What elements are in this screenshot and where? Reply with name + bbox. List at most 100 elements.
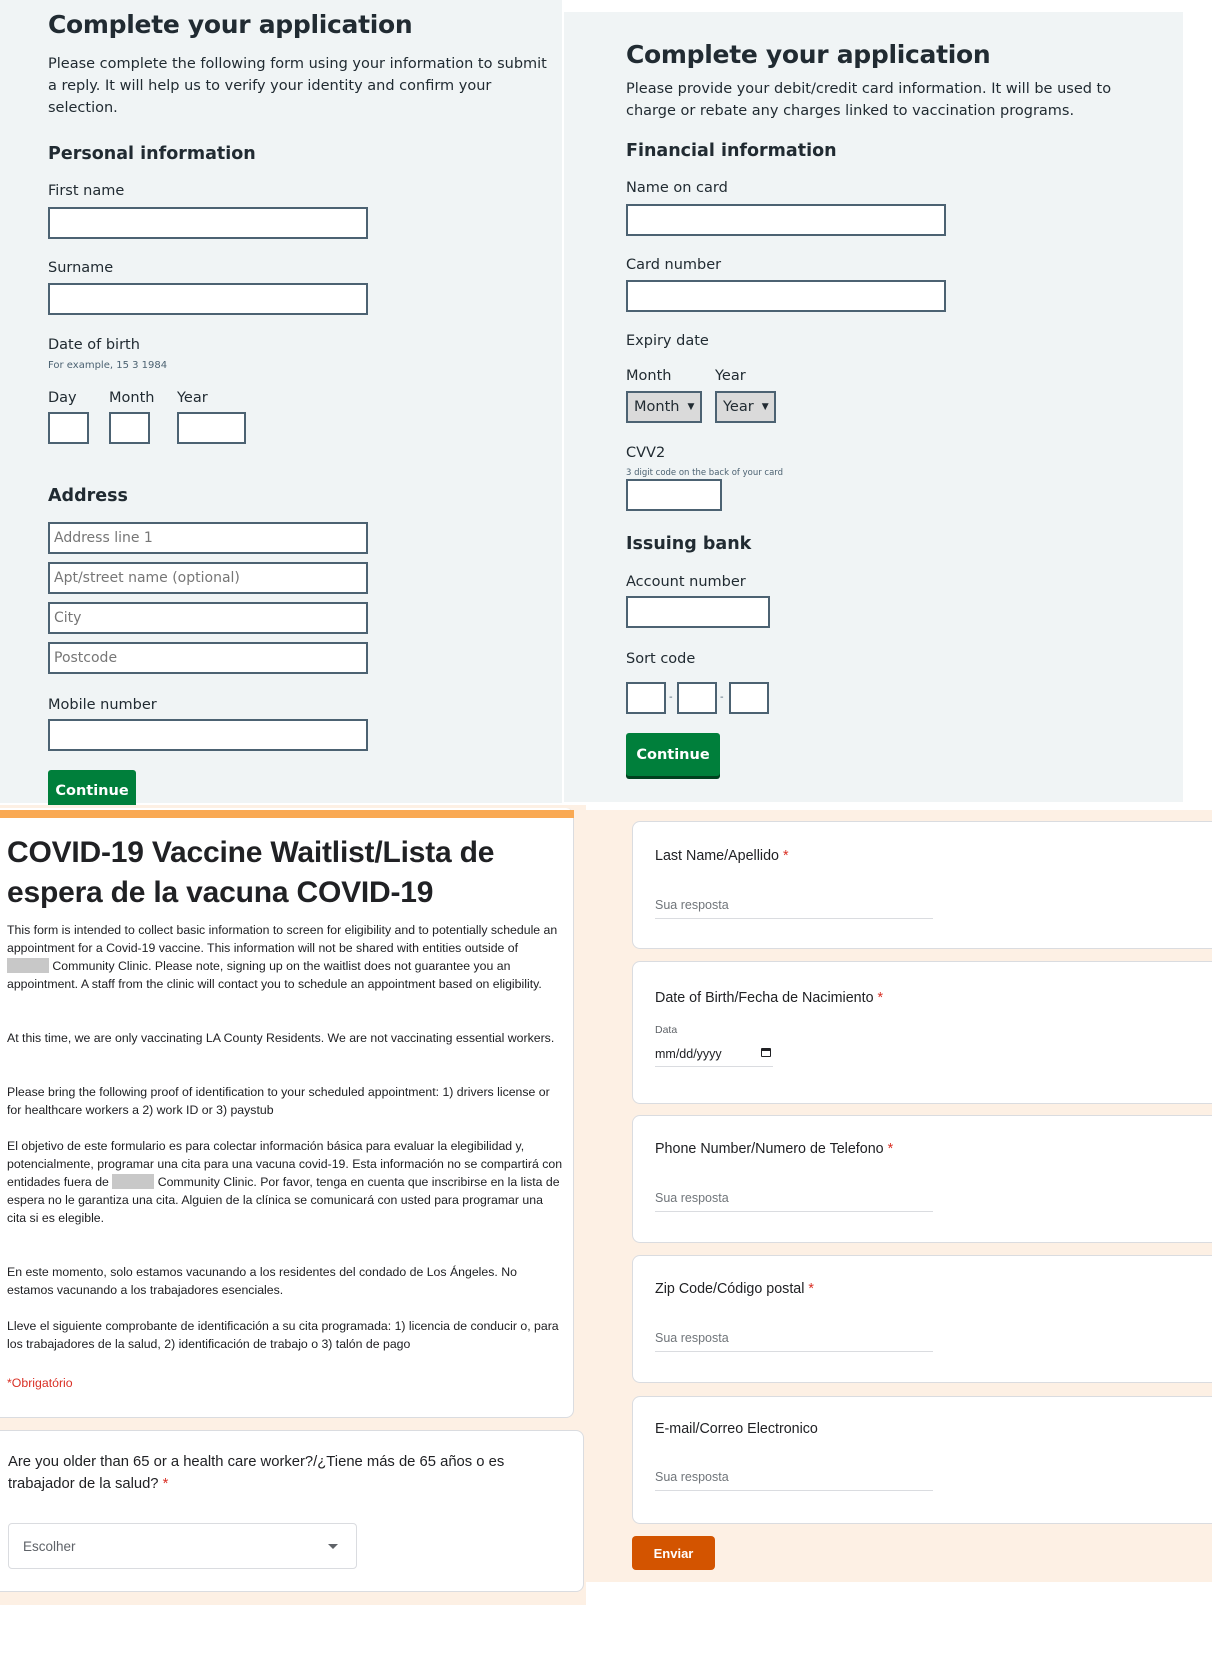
phone-input[interactable]: Sua resposta: [655, 1191, 933, 1212]
expiry-month-value: Month: [634, 399, 680, 415]
card-number-label: Card number: [626, 257, 722, 273]
description-en-paragraph-2: At this time, we are only vaccinating LA…: [7, 1031, 555, 1045]
sort-code-part3-input[interactable]: [729, 682, 769, 714]
question-title-phone: Phone Number/Numero de Telefono *: [655, 1141, 893, 1157]
section-heading-personal: Personal information: [48, 144, 256, 164]
email-input[interactable]: Sua resposta: [655, 1470, 933, 1491]
question-title-email: E-mail/Correo Electronico: [655, 1421, 818, 1437]
form-lead-text: Please provide your debit/credit card in…: [626, 81, 1112, 119]
page-title: Complete your application: [48, 10, 413, 39]
sort-code-separator: -: [720, 692, 724, 703]
question-text: Last Name/Apellido: [655, 848, 779, 864]
submit-button[interactable]: Enviar: [632, 1536, 715, 1570]
question-text: Zip Code/Código postal: [655, 1281, 805, 1297]
dob-year-input[interactable]: [177, 412, 246, 444]
sort-code-part2-input[interactable]: [677, 682, 717, 714]
expiry-month-label: Month: [626, 368, 672, 384]
first-name-input[interactable]: [48, 207, 368, 239]
question-title-zip: Zip Code/Código postal *: [655, 1281, 814, 1297]
cvv-label: CVV2: [626, 445, 666, 461]
personal-info-form: Complete your application Please complet…: [48, 0, 548, 119]
required-asterisk: *: [808, 1281, 814, 1297]
account-number-input[interactable]: [626, 596, 770, 628]
question-card-last-name: Last Name/Apellido * Sua resposta: [632, 821, 1212, 949]
date-placeholder: mm/dd/yyyy: [655, 1047, 722, 1061]
cvv-input[interactable]: [626, 479, 722, 511]
age-eligibility-select[interactable]: Escolher: [8, 1523, 357, 1569]
form-lead-text: Please complete the following form using…: [48, 56, 547, 116]
dropdown-arrow-icon: ▼: [687, 402, 695, 412]
sort-code-separator: -: [669, 692, 673, 703]
question-title-last-name: Last Name/Apellido *: [655, 848, 789, 864]
sort-code-part1-input[interactable]: [626, 682, 666, 714]
dob-hint: For example, 15 3 1984: [48, 360, 168, 371]
expiry-month-select[interactable]: Month ▼: [626, 391, 702, 423]
cvv-hint: 3 digit code on the back of your card: [626, 468, 784, 478]
account-number-label: Account number: [626, 574, 746, 590]
question-title-age: Are you older than 65 or a health care w…: [8, 1451, 528, 1495]
question-card-zip: Zip Code/Código postal * Sua resposta: [632, 1255, 1212, 1383]
expiry-year-select[interactable]: Year ▼: [715, 391, 776, 423]
question-text: Phone Number/Numero de Telefono: [655, 1141, 884, 1157]
description-en-paragraph-1: This form is intended to collect basic i…: [7, 921, 563, 993]
header-accent-bar: [0, 810, 574, 818]
address-line2-input[interactable]: [48, 562, 368, 594]
description-es-paragraph-1: El objetivo de este formulario es para c…: [7, 1137, 563, 1227]
description-es-paragraph-2: En este momento, solo estamos vacunando …: [7, 1265, 517, 1297]
question-card-phone: Phone Number/Numero de Telefono * Sua re…: [632, 1115, 1212, 1243]
dob-date-input[interactable]: mm/dd/yyyy: [655, 1047, 773, 1067]
calendar-icon[interactable]: [761, 1048, 771, 1057]
section-heading-financial: Financial information: [626, 141, 837, 161]
continue-button-personal[interactable]: Continue: [48, 770, 136, 810]
section-heading-bank: Issuing bank: [626, 534, 752, 554]
personal-info-panel: Complete your application Please complet…: [0, 0, 562, 810]
question-text: Are you older than 65 or a health care w…: [8, 1454, 505, 1492]
required-asterisk: *: [782, 848, 789, 864]
description-es-paragraph-3: Lleve el siguiente comprobante de identi…: [7, 1319, 559, 1351]
question-card-email: E-mail/Correo Electronico Sua resposta: [632, 1396, 1212, 1524]
required-asterisk: *: [877, 990, 884, 1006]
dob-year-label: Year: [177, 390, 208, 406]
mobile-label: Mobile number: [48, 697, 157, 713]
waitlist-form-title: COVID-19 Vaccine Waitlist/Lista de esper…: [7, 836, 495, 909]
address-line1-input[interactable]: [48, 522, 368, 554]
dropdown-arrow-icon: [328, 1544, 338, 1549]
surname-input[interactable]: [48, 283, 368, 315]
dob-sublabel: Data: [655, 1024, 678, 1036]
surname-label: Surname: [48, 260, 114, 276]
redacted-clinic-name: [112, 1174, 155, 1189]
page-title: Complete your application: [626, 40, 991, 69]
last-name-input[interactable]: Sua resposta: [655, 898, 933, 919]
dropdown-arrow-icon: ▼: [761, 402, 769, 412]
financial-info-panel: Complete your application Please provide…: [564, 12, 1183, 802]
question-text: E-mail/Correo Electronico: [655, 1421, 818, 1437]
dob-label: Date of birth: [48, 337, 140, 353]
required-asterisk: *: [162, 1476, 169, 1492]
dob-day-input[interactable]: [48, 412, 89, 444]
description-en-paragraph-3: Please bring the following proof of iden…: [7, 1085, 550, 1117]
first-name-label: First name: [48, 183, 125, 199]
expiry-year-value: Year: [723, 399, 754, 415]
description-text: Community Clinic. Please note, signing u…: [7, 959, 542, 991]
name-on-card-input[interactable]: [626, 204, 946, 236]
expiry-label: Expiry date: [626, 333, 709, 349]
dob-month-input[interactable]: [109, 412, 150, 444]
dob-month-label: Month: [109, 390, 155, 406]
section-heading-address: Address: [48, 486, 128, 506]
question-text: Date of Birth/Fecha de Nacimiento: [655, 990, 874, 1006]
question-card-age: Are you older than 65 or a health care w…: [0, 1430, 584, 1592]
mobile-input[interactable]: [48, 719, 368, 751]
continue-button-financial[interactable]: Continue: [626, 733, 720, 776]
question-title-dob: Date of Birth/Fecha de Nacimiento *: [655, 990, 883, 1006]
expiry-year-label: Year: [715, 368, 746, 384]
question-card-dob: Date of Birth/Fecha de Nacimiento * Data…: [632, 961, 1212, 1104]
redacted-clinic-name: [7, 958, 49, 973]
dob-day-label: Day: [48, 390, 77, 406]
required-asterisk: *: [887, 1141, 894, 1157]
financial-info-form: Complete your application Please provide…: [626, 30, 1146, 122]
name-on-card-label: Name on card: [626, 180, 728, 196]
zip-input[interactable]: Sua resposta: [655, 1331, 933, 1352]
city-input[interactable]: [48, 602, 368, 634]
card-number-input[interactable]: [626, 280, 946, 312]
postcode-input[interactable]: [48, 642, 368, 674]
